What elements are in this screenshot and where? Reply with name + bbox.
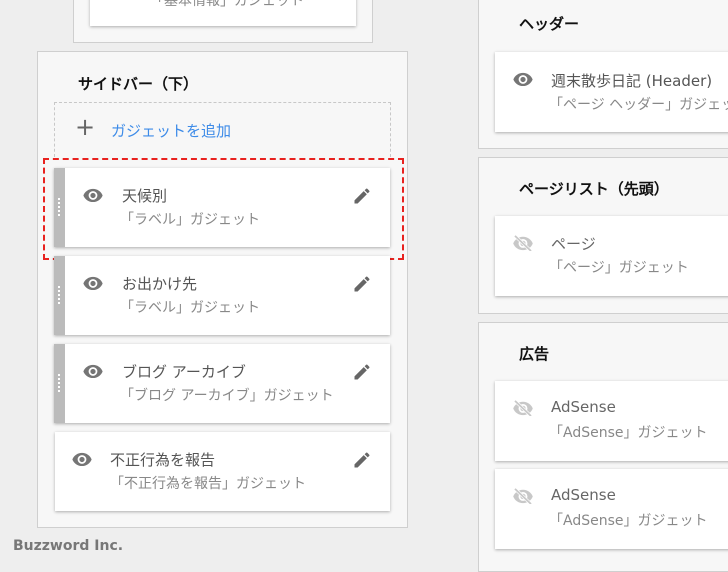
gadget-card[interactable]: AdSense 「AdSense」ガジェット xyxy=(495,381,728,461)
gadget-card[interactable]: 週末散歩日記 (Header) 「ページ ヘッダー」ガジェット xyxy=(495,52,728,132)
section-title: 広告 xyxy=(519,345,550,363)
gadget-type: 「AdSense」ガジェット xyxy=(549,425,708,441)
gadget-card[interactable]: AdSense 「AdSense」ガジェット xyxy=(495,469,728,549)
gadget-type: 「ラベル」ガジェット xyxy=(120,212,260,228)
add-gadget-label: ガジェットを追加 xyxy=(111,122,232,140)
plus-icon: + xyxy=(75,113,96,141)
drag-handle[interactable] xyxy=(54,344,65,423)
section-title: ページリスト（先頭） xyxy=(519,180,669,198)
drag-handle[interactable] xyxy=(54,168,65,247)
gadget-type: 「ページ ヘッダー」ガジェット xyxy=(549,97,728,113)
gadget-title: 天候別 xyxy=(122,187,168,205)
drag-handle[interactable] xyxy=(54,256,65,335)
eye-icon[interactable] xyxy=(71,452,93,466)
eye-off-icon[interactable] xyxy=(512,488,534,504)
section-title: サイドバー（下） xyxy=(78,75,199,93)
gadget-card[interactable]: お出かけ先 「ラベル」ガジェット xyxy=(54,256,390,335)
eye-icon[interactable] xyxy=(82,188,104,202)
eye-off-icon[interactable] xyxy=(512,400,534,416)
add-gadget-button[interactable]: + ガジェットを追加 xyxy=(54,102,391,157)
eye-icon[interactable] xyxy=(82,276,104,290)
gadget-card: 「基本情報」ガジェット xyxy=(90,0,356,26)
pencil-icon[interactable] xyxy=(352,450,372,470)
gadget-title: 不正行為を報告 xyxy=(110,451,216,469)
gadget-title: AdSense xyxy=(551,398,616,416)
eye-icon[interactable] xyxy=(512,72,534,86)
gadget-card[interactable]: ページ 「ページ」ガジェット xyxy=(495,216,728,296)
gadget-title: ブログ アーカイブ xyxy=(122,363,246,381)
section-title: ヘッダー xyxy=(519,15,580,33)
pencil-icon[interactable] xyxy=(352,274,372,294)
gadget-title: お出かけ先 xyxy=(122,275,198,293)
gadget-title: 週末散歩日記 (Header) xyxy=(551,72,713,90)
gadget-type: 「ページ」ガジェット xyxy=(549,260,689,276)
gadget-type: 「不正行為を報告」ガジェット xyxy=(110,476,306,492)
gadget-title: ページ xyxy=(551,235,596,253)
pencil-icon[interactable] xyxy=(352,186,372,206)
pencil-icon[interactable] xyxy=(352,362,372,382)
gadget-type: 「基本情報」ガジェット xyxy=(150,0,304,9)
footer-text: Buzzword Inc. xyxy=(13,538,124,554)
eye-icon[interactable] xyxy=(82,364,104,378)
gadget-type: 「ブログ アーカイブ」ガジェット xyxy=(120,388,334,404)
gadget-card[interactable]: 不正行為を報告 「不正行為を報告」ガジェット xyxy=(55,432,390,511)
gadget-card[interactable]: 天候別 「ラベル」ガジェット xyxy=(54,168,390,247)
eye-off-icon[interactable] xyxy=(512,235,534,251)
gadget-type: 「ラベル」ガジェット xyxy=(120,300,260,316)
gadget-title: AdSense xyxy=(551,486,616,504)
sidebar-top-section: 「基本情報」ガジェット xyxy=(73,0,373,43)
gadget-type: 「AdSense」ガジェット xyxy=(549,513,708,529)
gadget-card[interactable]: ブログ アーカイブ 「ブログ アーカイブ」ガジェット xyxy=(54,344,390,423)
